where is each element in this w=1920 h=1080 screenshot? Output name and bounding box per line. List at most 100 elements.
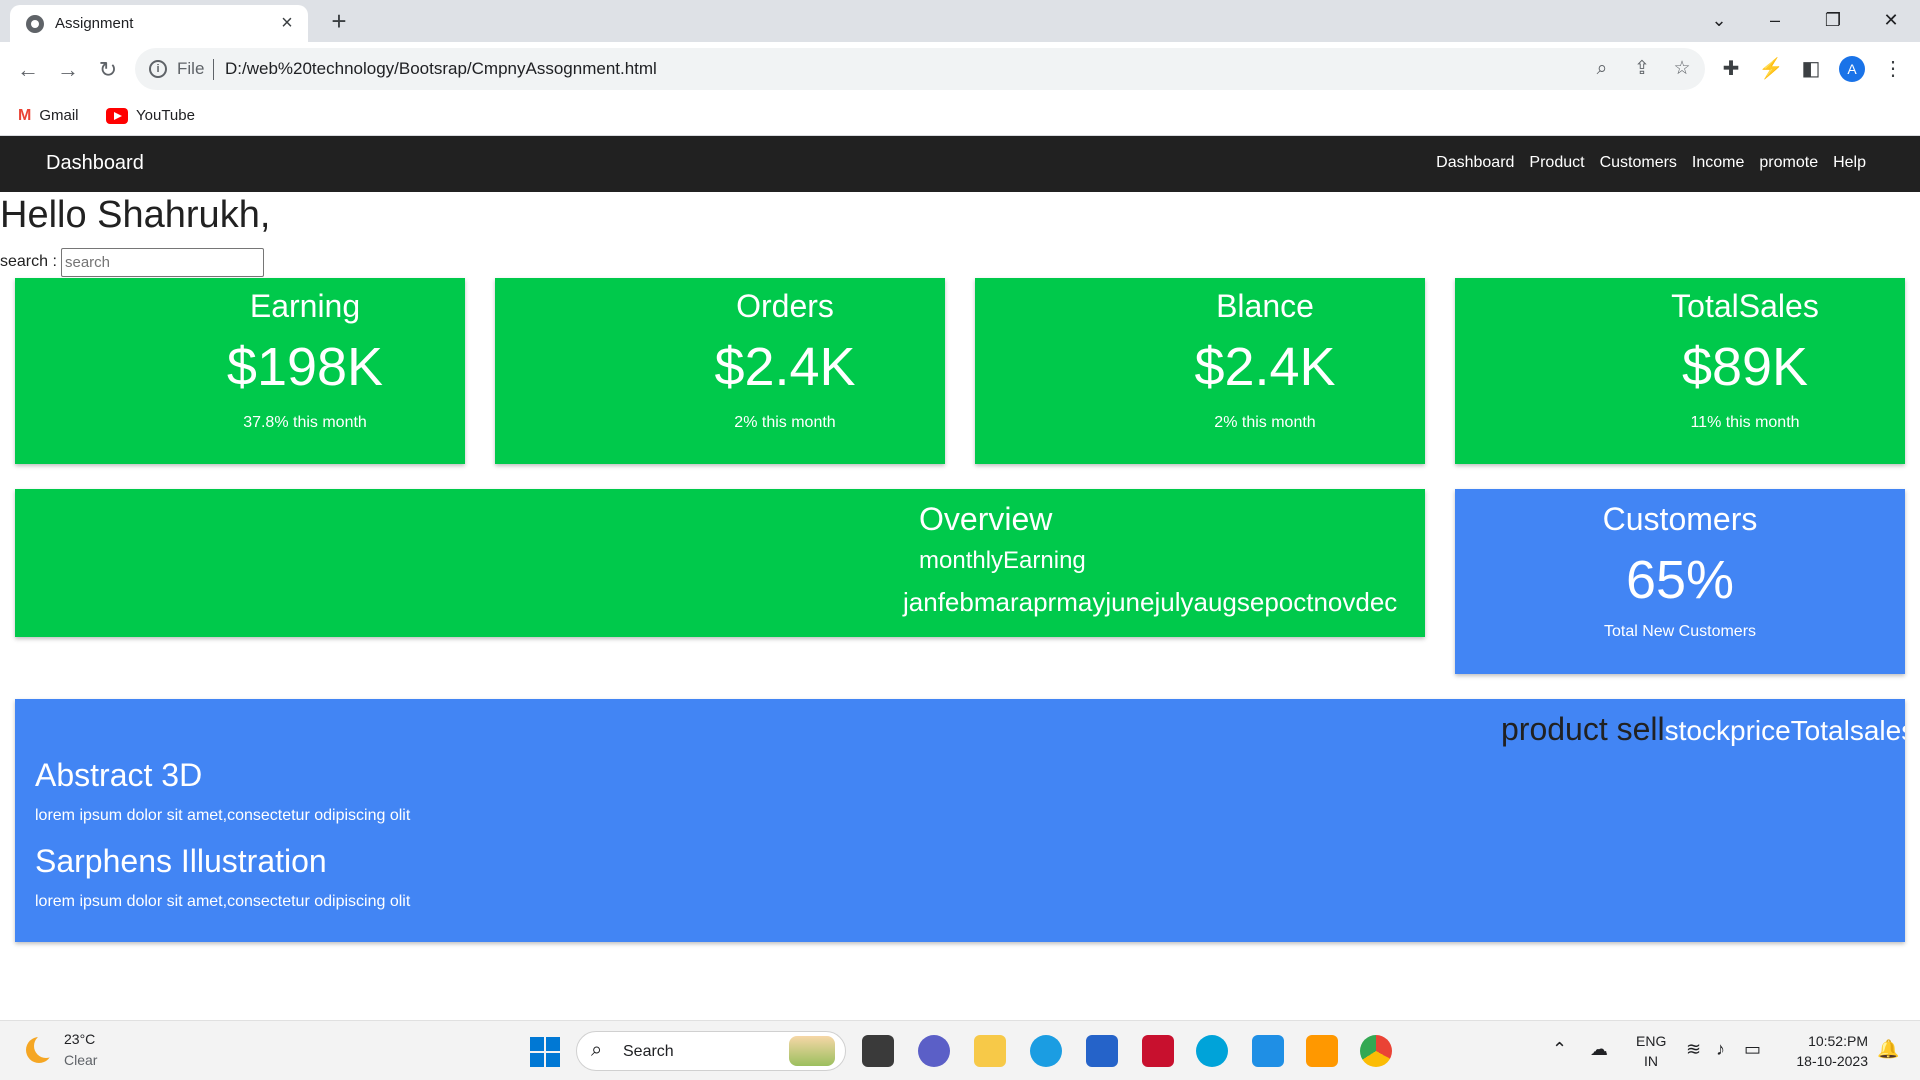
- nav-link-customers[interactable]: Customers: [1600, 154, 1677, 172]
- nav-link-product[interactable]: Product: [1529, 154, 1584, 172]
- navbar-brand[interactable]: Dashboard: [46, 152, 144, 175]
- share-icon[interactable]: ⇪: [1631, 58, 1653, 80]
- chat-icon[interactable]: [918, 1035, 950, 1067]
- mcafee-icon[interactable]: [1142, 1035, 1174, 1067]
- product-columns-heading: stockpriceTotalsales: [1664, 715, 1905, 746]
- weather-temperature[interactable]: 23°C: [64, 1031, 95, 1047]
- overview-months: janfebmaraprmayjunejulyaugsepoctnovdec: [903, 587, 1398, 617]
- stat-title: Blance: [1216, 288, 1314, 324]
- nav-link-promote[interactable]: promote: [1759, 154, 1818, 172]
- chrome-icon[interactable]: [1360, 1035, 1392, 1067]
- stat-value: $198K: [226, 337, 384, 397]
- customers-subtitle: Total New Customers: [1603, 623, 1757, 640]
- windows-start-icon[interactable]: [530, 1037, 560, 1067]
- extensions-icon[interactable]: ✚: [1718, 56, 1744, 82]
- nav-link-dashboard[interactable]: Dashboard: [1436, 154, 1514, 172]
- minimize-button[interactable]: –: [1750, 4, 1800, 36]
- customers-title: Customers: [1602, 501, 1758, 537]
- taskbar-search[interactable]: ⌕ Search: [576, 1031, 846, 1071]
- zoom-icon[interactable]: ⌕: [1591, 58, 1613, 80]
- stat-title: Earning: [249, 288, 361, 324]
- moon-icon[interactable]: [26, 1034, 58, 1063]
- language-code: ENG: [1636, 1033, 1667, 1049]
- menu-icon[interactable]: ⋮: [1880, 56, 1906, 82]
- file-explorer-icon[interactable]: [974, 1035, 1006, 1067]
- customers-value: 65%: [1625, 550, 1735, 610]
- nav-link-help[interactable]: Help: [1833, 154, 1866, 172]
- onedrive-icon[interactable]: ☁: [1590, 1039, 1608, 1060]
- clock-date: 18-10-2023: [1796, 1053, 1868, 1069]
- close-window-button[interactable]: ✕: [1866, 4, 1916, 36]
- windows-taskbar: 23°C Clear ⌕ Search ⌃ ☁ ENG IN ≋ ♪ ▭ 10:…: [0, 1020, 1920, 1080]
- overview-card: Overview monthlyEarning janfebmaraprmayj…: [15, 489, 1425, 637]
- volume-icon[interactable]: ♪: [1716, 1039, 1725, 1060]
- forward-icon[interactable]: →: [52, 54, 84, 86]
- product-description: lorem ipsum dolor sit amet,consectetur o…: [35, 893, 411, 910]
- address-bar[interactable]: i File D:/web%20technology/Bootsrap/Cmpn…: [135, 48, 1705, 90]
- url-scheme-label: File: [177, 59, 205, 78]
- restore-button[interactable]: ❐: [1808, 4, 1858, 36]
- bookmarks-bar: M Gmail YouTube: [0, 96, 1920, 136]
- reload-icon[interactable]: ↻: [92, 54, 124, 86]
- performance-icon[interactable]: ⚡: [1758, 56, 1784, 82]
- stat-card-totalsales: TotalSales $89K 11% this month: [1455, 278, 1905, 464]
- nav-link-income[interactable]: Income: [1692, 154, 1744, 172]
- bookmark-gmail[interactable]: M Gmail: [18, 105, 79, 127]
- overview-subtitle: monthlyEarning: [919, 547, 1086, 574]
- stat-title: TotalSales: [1671, 288, 1819, 324]
- tab-search-icon[interactable]: ⌄: [1694, 4, 1744, 36]
- new-tab-button[interactable]: +: [325, 7, 353, 35]
- language-indicator[interactable]: ENG IN: [1636, 1031, 1666, 1071]
- stat-card-orders: Orders $2.4K 2% this month: [495, 278, 945, 464]
- search-input[interactable]: [61, 248, 264, 277]
- bookmark-youtube[interactable]: YouTube: [106, 105, 195, 127]
- clock-time: 10:52:PM: [1808, 1033, 1868, 1049]
- stat-title: Orders: [736, 288, 834, 324]
- wifi-icon[interactable]: ≋: [1686, 1039, 1701, 1060]
- info-icon[interactable]: i: [149, 60, 167, 78]
- profile-avatar[interactable]: A: [1839, 56, 1865, 82]
- sublime-text-icon[interactable]: [1306, 1035, 1338, 1067]
- url-text[interactable]: D:/web%20technology/Bootsrap/CmpnyAssogn…: [225, 59, 657, 79]
- back-icon[interactable]: ←: [12, 54, 44, 86]
- globe-icon: [26, 15, 44, 33]
- stat-value: $2.4K: [1194, 337, 1336, 397]
- customers-card: Customers 65% Total New Customers: [1455, 489, 1905, 674]
- edge-icon[interactable]: [1030, 1035, 1062, 1067]
- top-navbar: Dashboard Dashboard Product Customers In…: [0, 136, 1920, 192]
- gmail-icon: M: [18, 107, 32, 125]
- product-sell-heading: product sell: [1501, 711, 1665, 747]
- browser-tab[interactable]: Assignment ×: [10, 5, 308, 42]
- store-icon[interactable]: [1086, 1035, 1118, 1067]
- product-name: Abstract 3D: [35, 757, 203, 793]
- chevron-up-icon[interactable]: ⌃: [1552, 1039, 1567, 1060]
- stat-card-earning: Earning $198K 37.8% this month: [15, 278, 465, 464]
- system-clock[interactable]: 10:52:PM 18-10-2023: [1780, 1031, 1868, 1071]
- notification-bell-icon[interactable]: 🔔: [1877, 1039, 1899, 1060]
- stat-subtitle: 37.8% this month: [243, 414, 367, 431]
- search-label: search :: [0, 253, 57, 270]
- browser-toolbar: ← → ↻ i File D:/web%20technology/Bootsra…: [0, 42, 1920, 96]
- address-divider: [213, 59, 214, 80]
- region-code: IN: [1644, 1053, 1658, 1069]
- product-name: Sarphens Illustration: [35, 843, 327, 879]
- stat-subtitle: 11% this month: [1690, 414, 1800, 431]
- stat-subtitle: 2% this month: [1214, 414, 1316, 431]
- battery-icon[interactable]: ▭: [1744, 1039, 1761, 1060]
- stat-value: $2.4K: [714, 337, 856, 397]
- tab-title: Assignment: [55, 15, 134, 32]
- bookmark-label: Gmail: [39, 107, 79, 124]
- search-icon: ⌕: [591, 1039, 603, 1061]
- close-tab-icon[interactable]: ×: [276, 12, 298, 34]
- launcher-icon[interactable]: [1252, 1035, 1284, 1067]
- task-view-icon[interactable]: [862, 1035, 894, 1067]
- weather-condition[interactable]: Clear: [64, 1052, 97, 1068]
- cortana-icon[interactable]: [1196, 1035, 1228, 1067]
- stat-value: $89K: [1681, 337, 1809, 397]
- product-sell-card: product sellstockpriceTotalsales Abstrac…: [15, 699, 1905, 942]
- bookmark-label: YouTube: [136, 107, 195, 124]
- overview-title: Overview: [919, 501, 1053, 537]
- side-panel-icon[interactable]: ◧: [1798, 56, 1824, 82]
- stat-card-balance: Blance $2.4K 2% this month: [975, 278, 1425, 464]
- bookmark-star-icon[interactable]: ☆: [1671, 58, 1693, 80]
